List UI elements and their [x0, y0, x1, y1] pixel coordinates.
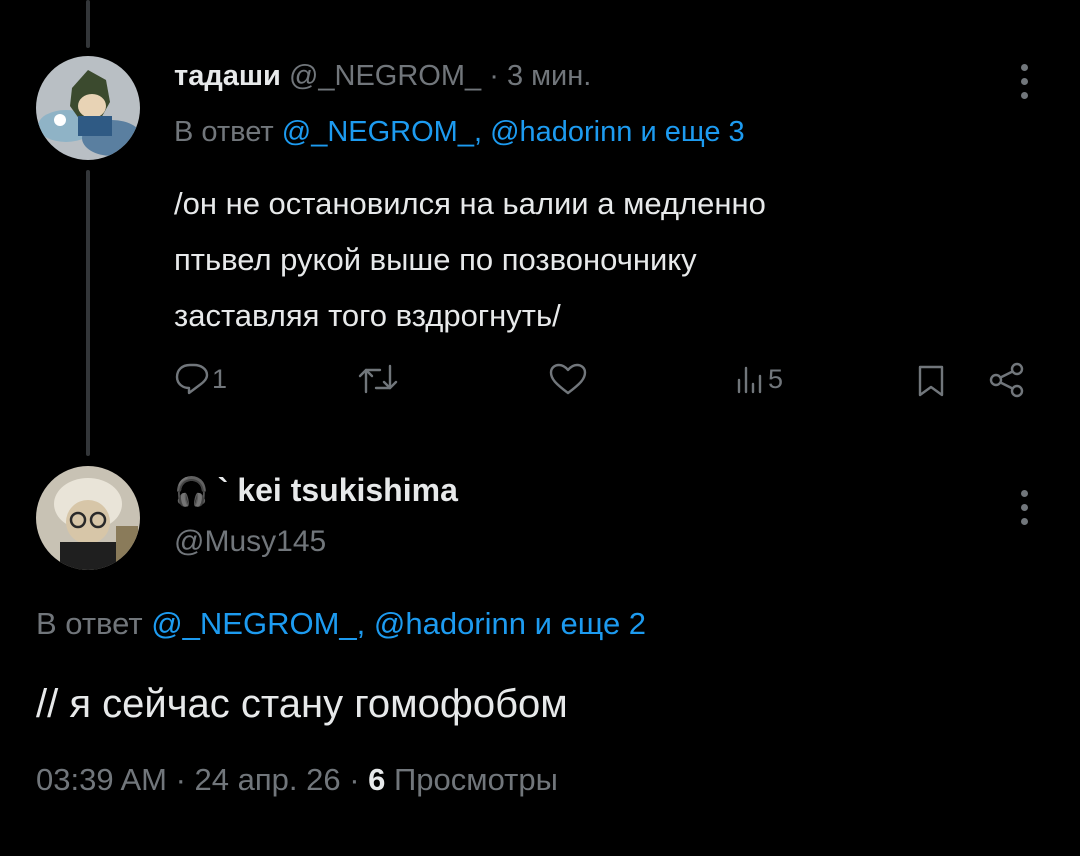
- bookmark-icon[interactable]: [916, 364, 946, 398]
- share-icon[interactable]: [988, 362, 1026, 398]
- replying-to: В ответ @_NEGROM_, @hadorinn и еще 3: [174, 116, 745, 149]
- tweet-text: // я сейчас стану гомофобом: [36, 682, 568, 726]
- reply-button[interactable]: 1: [174, 362, 227, 396]
- author-name[interactable]: 🎧 ` kei tsukishima: [174, 472, 458, 509]
- reply-tweet-header: тадаши @_NEGROM_ · 3 мин.: [174, 60, 591, 93]
- like-button[interactable]: [548, 362, 588, 396]
- views-icon: [737, 366, 762, 394]
- tweet-text: /он не остановился на ьалии а медленно п…: [174, 176, 766, 344]
- tweet-text-line: птьвел рукой выше по позвоночнику: [174, 242, 697, 277]
- replying-to-prefix: В ответ: [174, 116, 274, 148]
- replying-to-users[interactable]: @_NEGROM_, @hadorinn и еще 2: [151, 606, 646, 641]
- display-name: ` kei tsukishima: [217, 472, 458, 508]
- views-button[interactable]: 5: [736, 362, 783, 396]
- more-icon[interactable]: [1021, 64, 1029, 106]
- handle[interactable]: @Musy145: [174, 525, 326, 559]
- avatar[interactable]: [36, 466, 140, 570]
- tweet-text-line: заставляя того вздрогнуть/: [174, 298, 561, 333]
- replying-to-users[interactable]: @_NEGROM_, @hadorinn и еще 3: [282, 116, 745, 148]
- reply-icon: [175, 363, 209, 395]
- tweet-meta: 03:39 AM · 24 апр. 26 · 6 Просмотры: [36, 762, 558, 798]
- repost-icon: [358, 364, 398, 394]
- views-label: Просмотры: [385, 762, 558, 797]
- replying-to-prefix: В ответ: [36, 606, 143, 641]
- thread-line-top: [86, 0, 90, 48]
- views-count: 6: [368, 762, 386, 797]
- timestamp[interactable]: 3 мин.: [507, 60, 591, 92]
- more-icon[interactable]: [1021, 490, 1029, 532]
- reply-count: 1: [212, 363, 228, 394]
- like-icon: [549, 363, 587, 395]
- replying-to: В ответ @_NEGROM_, @hadorinn и еще 2: [36, 606, 646, 642]
- thread-line-bottom: [86, 170, 90, 456]
- views-count: 5: [768, 363, 784, 394]
- avatar[interactable]: [36, 56, 140, 160]
- repost-button[interactable]: [356, 362, 400, 396]
- display-name[interactable]: тадаши: [174, 60, 281, 92]
- handle[interactable]: @_NEGROM_: [289, 60, 481, 92]
- separator: ·: [489, 60, 499, 92]
- headphones-icon: 🎧: [174, 476, 209, 507]
- tweet-text-line: /он не остановился на ьалии а медленно: [174, 186, 766, 221]
- timestamp[interactable]: 03:39 AM · 24 апр. 26 ·: [36, 762, 368, 797]
